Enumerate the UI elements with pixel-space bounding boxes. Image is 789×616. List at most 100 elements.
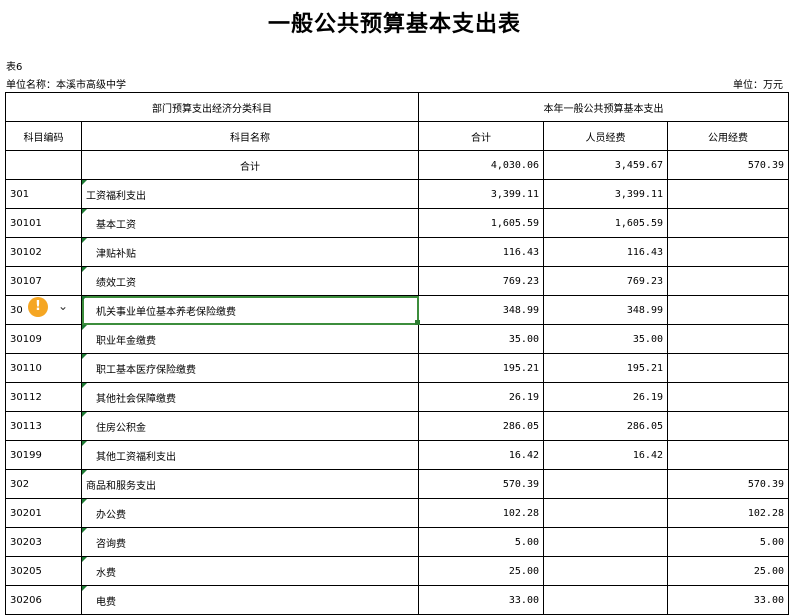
cell-public[interactable] <box>667 208 789 238</box>
cell-code[interactable]: 30110 <box>5 353 82 383</box>
cell-public[interactable] <box>667 179 789 209</box>
header-group-left[interactable]: 部门预算支出经济分类科目 <box>5 92 419 122</box>
cell-name[interactable]: 合计 <box>81 150 419 180</box>
cell-code[interactable]: 30113 <box>5 411 82 441</box>
cell-total[interactable]: 26.19 <box>418 382 544 412</box>
cell-personnel[interactable]: 3,459.67 <box>543 150 668 180</box>
cell-total[interactable]: 33.00 <box>418 585 544 615</box>
cell-name-selected[interactable]: 机关事业单位基本养老保险缴费 <box>81 295 419 325</box>
cell-personnel[interactable] <box>543 585 668 615</box>
cell-public[interactable]: 570.39 <box>667 150 789 180</box>
cell-name[interactable]: 津贴补贴 <box>81 237 419 267</box>
cell-total[interactable]: 769.23 <box>418 266 544 296</box>
cell-code[interactable]: 30109 <box>5 324 82 354</box>
cell-total[interactable]: 3,399.11 <box>418 179 544 209</box>
cell-total[interactable]: 5.00 <box>418 527 544 557</box>
table-row: 30201 办公费 102.28 102.28 <box>5 498 789 528</box>
warning-icon[interactable]: ! <box>28 297 48 317</box>
header-total[interactable]: 合计 <box>418 121 544 151</box>
cell-total[interactable]: 286.05 <box>418 411 544 441</box>
cell-code[interactable] <box>5 150 82 180</box>
cell-code[interactable]: 301 <box>5 179 82 209</box>
cell-name[interactable]: 咨询费 <box>81 527 419 557</box>
cell-personnel[interactable] <box>543 498 668 528</box>
cell-public[interactable] <box>667 324 789 354</box>
cell-public[interactable] <box>667 353 789 383</box>
cell-personnel[interactable]: 1,605.59 <box>543 208 668 238</box>
cell-name[interactable]: 电费 <box>81 585 419 615</box>
cell-total[interactable]: 348.99 <box>418 295 544 325</box>
table-row: 30112 其他社会保障缴费 26.19 26.19 <box>5 382 789 412</box>
cell-public[interactable] <box>667 411 789 441</box>
table-row: 30205 水费 25.00 25.00 <box>5 556 789 586</box>
table-row-total: 合计 4,030.06 3,459.67 570.39 <box>5 150 789 180</box>
cell-public[interactable] <box>667 266 789 296</box>
cell-personnel[interactable]: 116.43 <box>543 237 668 267</box>
cell-public[interactable] <box>667 382 789 412</box>
cell-personnel[interactable] <box>543 556 668 586</box>
table-row: 30101 基本工资 1,605.59 1,605.59 <box>5 208 789 238</box>
cell-name[interactable]: 商品和服务支出 <box>81 469 419 499</box>
cell-name[interactable]: 水费 <box>81 556 419 586</box>
table-row: 30203 咨询费 5.00 5.00 <box>5 527 789 557</box>
chevron-down-icon[interactable]: ⌄ <box>58 299 68 313</box>
cell-total[interactable]: 116.43 <box>418 237 544 267</box>
cell-name[interactable]: 绩效工资 <box>81 266 419 296</box>
cell-code[interactable]: 30199 <box>5 440 82 470</box>
cell-name[interactable]: 职业年金缴费 <box>81 324 419 354</box>
unit-label: 单位：万元 <box>733 80 783 91</box>
cell-name[interactable]: 工资福利支出 <box>81 179 419 209</box>
header-public[interactable]: 公用经费 <box>667 121 789 151</box>
cell-public[interactable] <box>667 237 789 267</box>
cell-personnel[interactable]: 3,399.11 <box>543 179 668 209</box>
header-code[interactable]: 科目编码 <box>5 121 82 151</box>
cell-total[interactable]: 195.21 <box>418 353 544 383</box>
cell-code[interactable]: 30107 <box>5 266 82 296</box>
cell-public[interactable] <box>667 440 789 470</box>
cell-public[interactable]: 25.00 <box>667 556 789 586</box>
cell-code[interactable]: 30201 <box>5 498 82 528</box>
cell-total[interactable]: 35.00 <box>418 324 544 354</box>
header-personnel[interactable]: 人员经费 <box>543 121 668 151</box>
cell-public[interactable]: 33.00 <box>667 585 789 615</box>
cell-personnel[interactable]: 195.21 <box>543 353 668 383</box>
cell-personnel[interactable] <box>543 527 668 557</box>
cell-total[interactable]: 25.00 <box>418 556 544 586</box>
cell-code[interactable]: 30112 <box>5 382 82 412</box>
cell-code[interactable]: 30205 <box>5 556 82 586</box>
table-row: 302 商品和服务支出 570.39 570.39 <box>5 469 789 499</box>
cell-public[interactable] <box>667 295 789 325</box>
header-group-right[interactable]: 本年一般公共预算基本支出 <box>418 92 789 122</box>
table-row: 30 机关事业单位基本养老保险缴费 348.99 348.99 <box>5 295 789 325</box>
cell-public[interactable]: 570.39 <box>667 469 789 499</box>
cell-name[interactable]: 其他社会保障缴费 <box>81 382 419 412</box>
cell-personnel[interactable]: 286.05 <box>543 411 668 441</box>
cell-name[interactable]: 职工基本医疗保险缴费 <box>81 353 419 383</box>
cell-personnel[interactable]: 348.99 <box>543 295 668 325</box>
cell-name[interactable]: 住房公积金 <box>81 411 419 441</box>
cell-personnel[interactable]: 16.42 <box>543 440 668 470</box>
cell-code[interactable]: 30102 <box>5 237 82 267</box>
cell-total[interactable]: 1,605.59 <box>418 208 544 238</box>
fill-handle[interactable] <box>415 320 420 325</box>
cell-code[interactable]: 30206 <box>5 585 82 615</box>
cell-personnel[interactable] <box>543 469 668 499</box>
cell-total[interactable]: 4,030.06 <box>418 150 544 180</box>
cell-public[interactable]: 5.00 <box>667 527 789 557</box>
header-name[interactable]: 科目名称 <box>81 121 419 151</box>
cell-code[interactable]: 30203 <box>5 527 82 557</box>
cell-name[interactable]: 其他工资福利支出 <box>81 440 419 470</box>
table-row: 30109 职业年金缴费 35.00 35.00 <box>5 324 789 354</box>
cell-name[interactable]: 基本工资 <box>81 208 419 238</box>
cell-total[interactable]: 102.28 <box>418 498 544 528</box>
cell-name[interactable]: 办公费 <box>81 498 419 528</box>
cell-code[interactable]: 30101 <box>5 208 82 238</box>
cell-public[interactable]: 102.28 <box>667 498 789 528</box>
cell-personnel[interactable]: 35.00 <box>543 324 668 354</box>
cell-personnel[interactable]: 26.19 <box>543 382 668 412</box>
cell-personnel[interactable]: 769.23 <box>543 266 668 296</box>
cell-code[interactable]: 302 <box>5 469 82 499</box>
table-row: 30206 电费 33.00 33.00 <box>5 585 789 615</box>
cell-total[interactable]: 570.39 <box>418 469 544 499</box>
cell-total[interactable]: 16.42 <box>418 440 544 470</box>
